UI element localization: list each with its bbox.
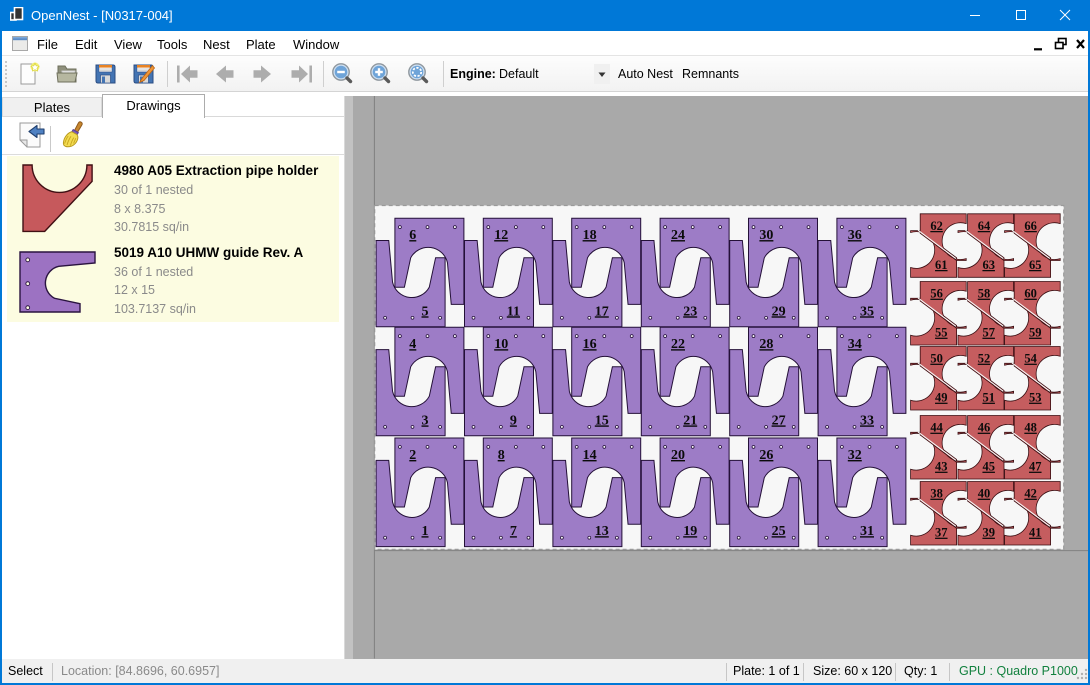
svg-text:28: 28 [759, 337, 773, 352]
svg-text:42: 42 [1024, 487, 1037, 501]
svg-text:44: 44 [930, 421, 943, 435]
svg-text:8: 8 [498, 448, 505, 463]
svg-text:12: 12 [494, 228, 508, 243]
svg-text:2: 2 [409, 448, 416, 463]
svg-text:61: 61 [935, 258, 948, 272]
svg-text:10: 10 [494, 337, 508, 352]
svg-text:24: 24 [671, 228, 685, 243]
svg-text:53: 53 [1029, 391, 1042, 405]
svg-text:30: 30 [759, 228, 773, 243]
svg-text:4: 4 [409, 337, 416, 352]
svg-text:37: 37 [935, 526, 948, 540]
svg-text:5: 5 [422, 304, 429, 319]
svg-text:49: 49 [935, 391, 948, 405]
svg-text:36: 36 [848, 228, 862, 243]
svg-text:32: 32 [848, 448, 862, 463]
svg-text:62: 62 [930, 219, 943, 233]
svg-text:58: 58 [978, 287, 991, 301]
svg-text:41: 41 [1029, 526, 1042, 540]
svg-text:9: 9 [510, 413, 517, 428]
svg-text:52: 52 [978, 352, 991, 366]
svg-text:25: 25 [772, 524, 786, 539]
svg-text:39: 39 [982, 526, 995, 540]
svg-text:27: 27 [772, 413, 786, 428]
svg-text:1: 1 [422, 524, 429, 539]
svg-text:43: 43 [935, 460, 948, 474]
svg-text:65: 65 [1029, 258, 1042, 272]
svg-text:48: 48 [1024, 421, 1037, 435]
svg-text:17: 17 [595, 304, 609, 319]
svg-text:23: 23 [683, 304, 697, 319]
svg-text:66: 66 [1024, 219, 1037, 233]
svg-text:22: 22 [671, 337, 685, 352]
svg-text:56: 56 [930, 287, 943, 301]
svg-text:40: 40 [978, 487, 991, 501]
svg-text:46: 46 [978, 421, 991, 435]
svg-text:57: 57 [982, 326, 995, 340]
svg-text:3: 3 [422, 413, 429, 428]
svg-text:51: 51 [982, 391, 995, 405]
svg-text:26: 26 [759, 448, 773, 463]
svg-text:18: 18 [583, 228, 597, 243]
svg-text:47: 47 [1029, 460, 1042, 474]
svg-text:54: 54 [1024, 352, 1037, 366]
svg-text:34: 34 [848, 337, 862, 352]
svg-text:38: 38 [930, 487, 943, 501]
svg-text:63: 63 [982, 258, 995, 272]
svg-text:13: 13 [595, 524, 609, 539]
svg-text:21: 21 [683, 413, 697, 428]
svg-text:29: 29 [772, 304, 786, 319]
svg-text:7: 7 [510, 524, 517, 539]
svg-text:11: 11 [507, 304, 520, 319]
svg-text:33: 33 [860, 413, 874, 428]
svg-text:59: 59 [1029, 326, 1042, 340]
svg-text:14: 14 [583, 448, 597, 463]
svg-text:19: 19 [683, 524, 697, 539]
svg-text:50: 50 [930, 352, 943, 366]
svg-text:16: 16 [583, 337, 597, 352]
svg-text:35: 35 [860, 304, 874, 319]
svg-text:55: 55 [935, 326, 948, 340]
svg-text:31: 31 [860, 524, 874, 539]
svg-text:64: 64 [978, 219, 991, 233]
svg-text:15: 15 [595, 413, 609, 428]
svg-text:45: 45 [982, 460, 995, 474]
svg-text:60: 60 [1024, 287, 1037, 301]
svg-text:6: 6 [409, 228, 416, 243]
svg-text:20: 20 [671, 448, 685, 463]
